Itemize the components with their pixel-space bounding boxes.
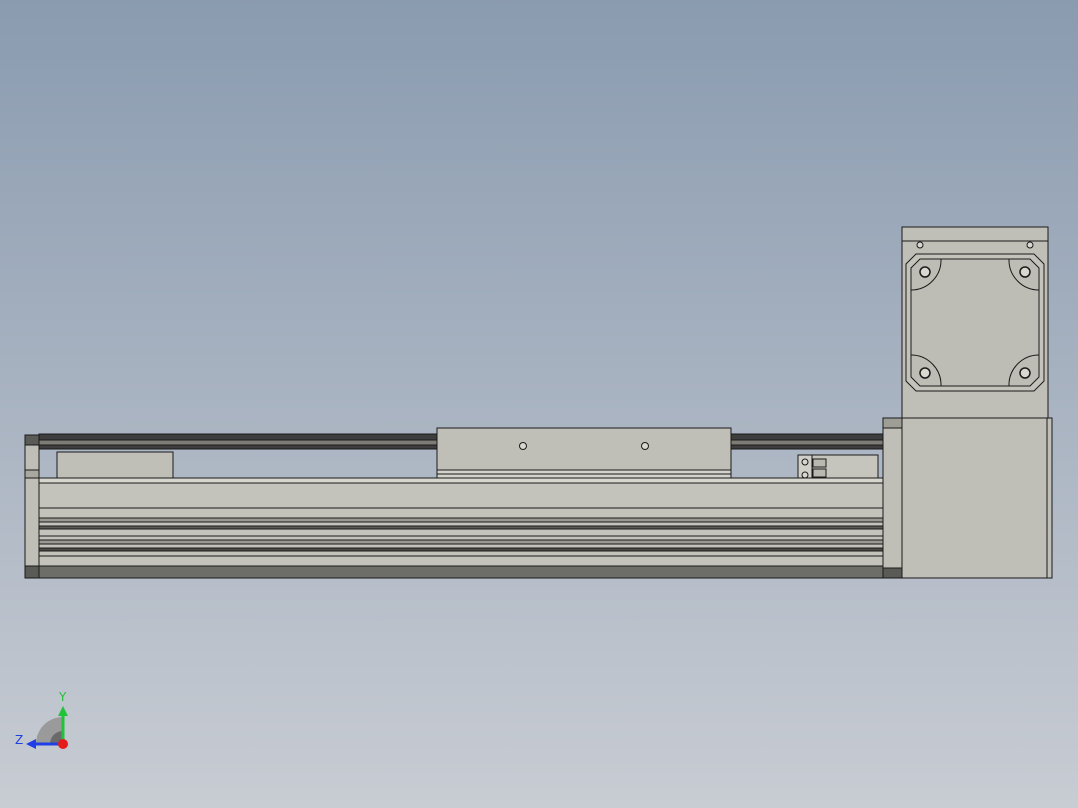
motor-mount-hole: [1019, 367, 1031, 379]
motor-housing[interactable]: [901, 417, 1053, 579]
z-axis-label: Z: [15, 733, 23, 747]
carriage-bolt-hole: [641, 442, 649, 450]
motor-flange[interactable]: [901, 226, 1049, 419]
right-end-cap[interactable]: [882, 417, 903, 579]
left-cover-plate[interactable]: [56, 451, 174, 479]
flange-screw-hole: [916, 241, 924, 249]
left-end-cap[interactable]: [24, 434, 40, 579]
flange-screw-hole: [1026, 241, 1034, 249]
carriage-block[interactable]: [436, 427, 732, 479]
x-axis-indicator: [58, 739, 68, 749]
model-canvas[interactable]: Y Z: [0, 0, 1078, 808]
extrusion-body[interactable]: [38, 477, 884, 579]
y-axis-label: Y: [58, 690, 67, 704]
carriage-bolt-hole: [519, 442, 527, 450]
motor-mount-hole: [919, 367, 931, 379]
limit-sensor[interactable]: [797, 454, 879, 479]
cad-3d-viewport[interactable]: Y Z: [0, 0, 1078, 808]
motor-mount-hole: [919, 266, 931, 278]
motor-mount-hole: [1019, 266, 1031, 278]
